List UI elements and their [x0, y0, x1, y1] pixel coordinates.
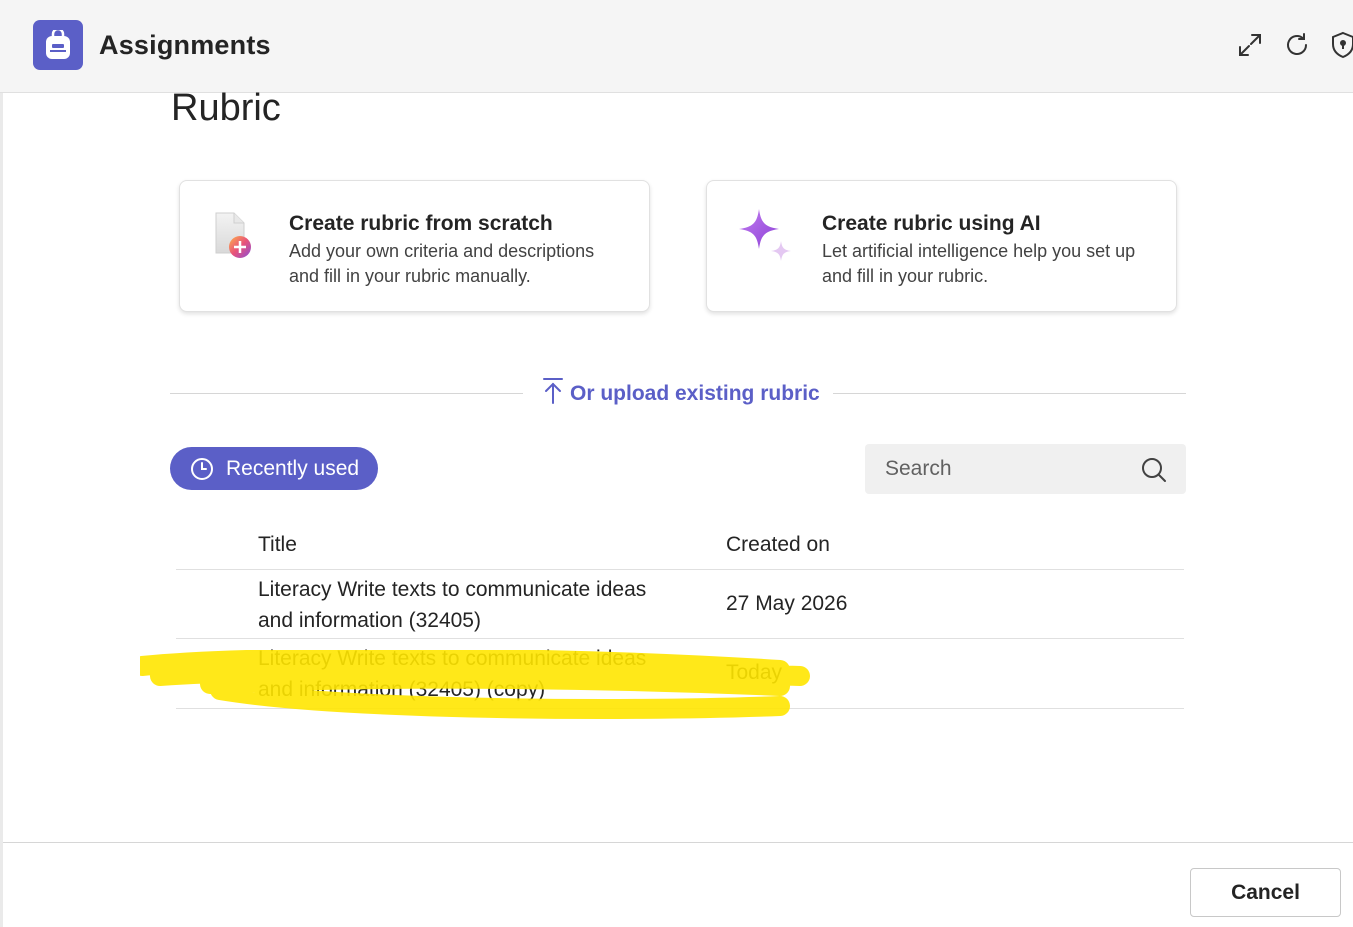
- column-header-created-on[interactable]: Created on: [726, 533, 830, 557]
- refresh-icon[interactable]: [1282, 30, 1312, 60]
- search-box[interactable]: [865, 444, 1186, 494]
- search-icon[interactable]: [1141, 457, 1167, 488]
- divider-left: [170, 393, 523, 394]
- create-from-scratch-card[interactable]: Create rubric from scratch Add your own …: [179, 180, 650, 312]
- sparkle-icon: [733, 207, 797, 276]
- rubric-title-cell: Literacy Write texts to communicate idea…: [258, 647, 647, 701]
- filter-label: Recently used: [226, 456, 360, 480]
- table-row[interactable]: Literacy Write texts to communicate idea…: [176, 570, 1184, 639]
- upload-existing-rubric-link[interactable]: Or upload existing rubric: [542, 377, 820, 411]
- created-on-cell: 27 May 2026: [726, 592, 848, 615]
- created-on-cell: Today: [726, 661, 783, 684]
- left-edge: [0, 93, 3, 927]
- upload-link-label: Or upload existing rubric: [570, 382, 820, 405]
- card-title: Create rubric from scratch: [289, 212, 553, 235]
- backpack-icon: [33, 20, 83, 70]
- table-row[interactable]: Literacy Write texts to communicate idea…: [176, 639, 1184, 708]
- rubric-title-cell: Literacy Write texts to communicate idea…: [258, 578, 647, 632]
- expand-icon[interactable]: [1235, 30, 1265, 60]
- search-input[interactable]: [865, 444, 1135, 494]
- shield-icon[interactable]: [1328, 30, 1353, 60]
- create-using-ai-card[interactable]: Create rubric using AI Let artificial in…: [706, 180, 1177, 312]
- cancel-button[interactable]: Cancel: [1190, 868, 1341, 917]
- page-title: Rubric: [171, 87, 281, 129]
- card-description: Add your own criteria and descriptions a…: [289, 241, 595, 286]
- divider-right: [833, 393, 1186, 394]
- column-header-title[interactable]: Title: [258, 533, 297, 557]
- footer-divider: [3, 842, 1353, 843]
- row-divider: [176, 708, 1184, 709]
- app-title: Assignments: [99, 30, 271, 60]
- app-header: Assignments: [0, 0, 1353, 93]
- card-title: Create rubric using AI: [822, 212, 1041, 235]
- new-document-icon: [212, 209, 258, 268]
- recently-used-filter[interactable]: Recently used: [170, 447, 378, 490]
- clock-icon: [191, 457, 213, 480]
- upload-icon: [542, 377, 564, 411]
- card-description: Let artificial intelligence help you set…: [822, 241, 1136, 286]
